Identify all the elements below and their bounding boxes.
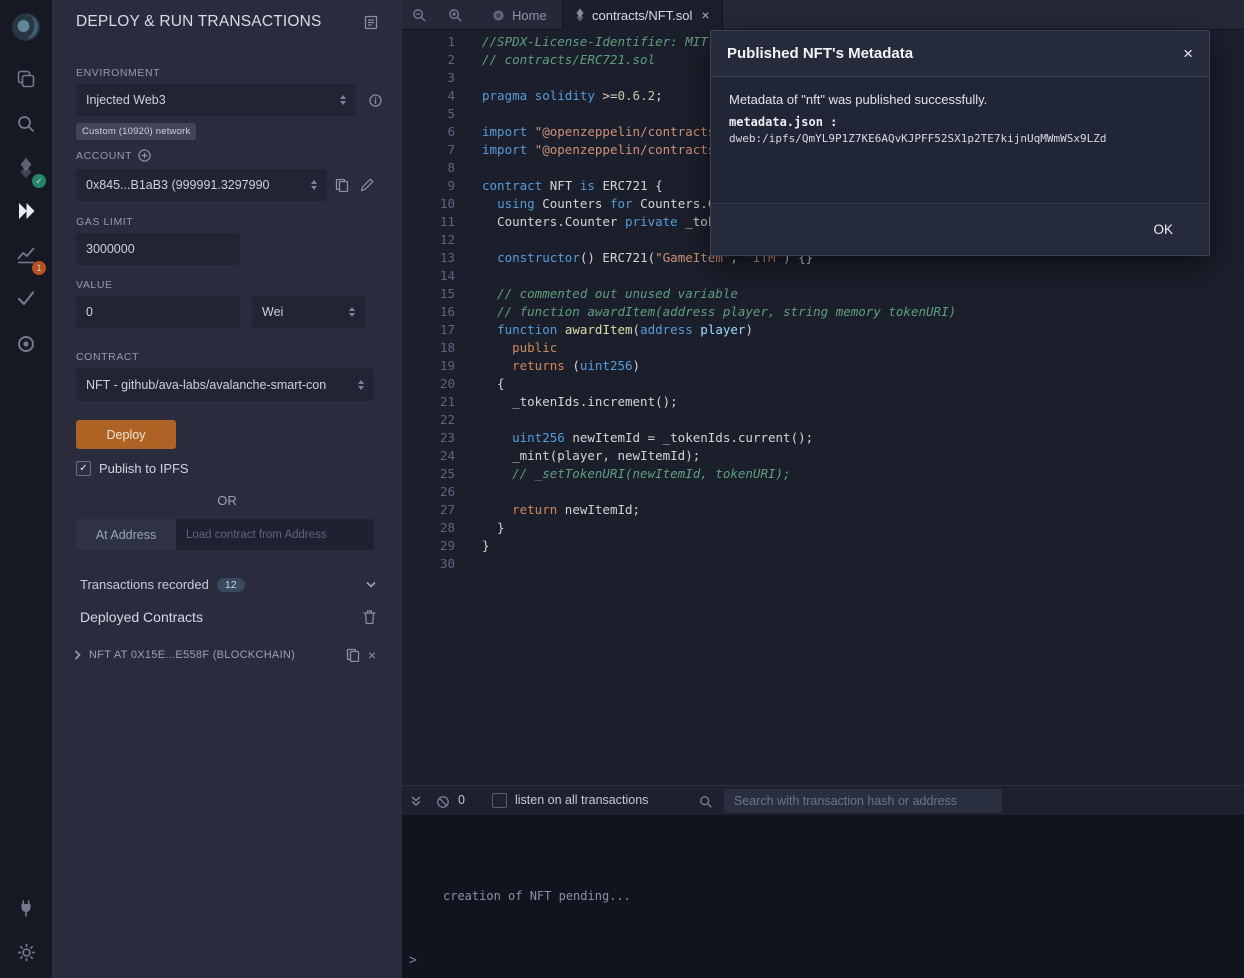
contract-value: NFT - github/ava-labs/avalanche-smart-co… [86,378,352,392]
transactions-recorded-row[interactable]: Transactions recorded 12 [80,577,376,592]
settings-gear-icon[interactable] [8,934,44,970]
publish-ipfs-label: Publish to IPFS [99,461,189,476]
check-icon: ✓ [79,463,87,474]
copy-account-icon[interactable] [335,178,349,192]
at-address-input[interactable] [176,519,374,550]
copy-contract-icon[interactable] [346,648,360,662]
published-metadata-modal: Published NFT's Metadata × Metadata of "… [710,30,1210,256]
line-numbers: 1234567891011121314151617181920212223242… [402,33,455,573]
modal-body: Metadata of "nft" was published successf… [711,78,1209,204]
value-unit: Wei [262,305,343,319]
modal-message: Metadata of "nft" was published successf… [729,92,1191,107]
modal-title: Published NFT's Metadata [727,45,913,62]
deploy-run-panel: DEPLOY & RUN TRANSACTIONS ENVIRONMENT In… [52,0,402,978]
solidity-file-icon [575,8,585,22]
terminal-toolbar: 0 listen on all transactions [402,785,1244,815]
pending-count: 0 [458,793,465,807]
select-caret-icon [311,180,317,190]
chevron-down-icon[interactable] [366,581,376,588]
modal-header: Published NFT's Metadata × [711,31,1209,77]
gas-limit-label: GAS LIMIT [76,216,133,228]
publish-ipfs-checkbox[interactable]: ✓ [76,461,91,476]
solidity-compiler-icon[interactable]: ✓ [8,150,44,186]
deployed-contract-item[interactable]: NFT AT 0X15E...E558F (BLOCKCHAIN) × [74,648,376,662]
close-tab-icon[interactable]: × [701,8,709,22]
edit-account-icon[interactable] [360,178,374,192]
clear-console-icon[interactable] [436,795,450,809]
add-account-icon[interactable] [138,149,151,162]
select-caret-icon [358,380,364,390]
home-tab-icon [492,9,505,22]
terminal-search-input[interactable] [724,789,1002,813]
modal-footer: OK [711,203,1209,255]
terminal: creation of NFT pending... > [402,815,1244,978]
compiled-badge: ✓ [32,174,46,188]
chevron-right-icon[interactable] [74,650,81,660]
tab-bar: Home contracts/NFT.sol × [402,0,1244,30]
panel-title: DEPLOY & RUN TRANSACTIONS [76,13,322,31]
account-label: ACCOUNT [76,150,132,162]
trash-icon[interactable] [363,610,376,624]
remix-ide: ✓ 1 DEPLOY & RUN TRANSACTIONS ENVIRONMEN… [0,0,1244,978]
tab-home[interactable]: Home [480,0,559,30]
doc-link-icon[interactable] [364,15,378,30]
value-input[interactable] [76,296,240,328]
ok-button[interactable]: OK [1141,214,1185,245]
zoom-in-icon[interactable] [448,8,463,23]
info-icon[interactable] [369,94,382,107]
value-label: VALUE [76,279,113,291]
environment-label: ENVIRONMENT [76,67,160,79]
listen-label: listen on all transactions [515,793,648,807]
verify-check-icon[interactable] [8,280,44,316]
home-tab-label: Home [512,8,547,23]
value-unit-select[interactable]: Wei [252,296,365,328]
contract-select[interactable]: NFT - github/ava-labs/avalanche-smart-co… [76,368,374,401]
account-value: 0x845...B1aB3 (999991.3297990 [86,178,305,192]
icon-sidebar: ✓ 1 [0,0,52,978]
plugin-circle-icon[interactable] [8,326,44,362]
remix-logo[interactable] [8,9,44,45]
toggle-terminal-icon[interactable] [410,795,422,807]
file-explorer-icon[interactable] [8,61,44,97]
ipfs-url: dweb:/ipfs/QmYL9P1Z7KE6AQvKJPFF52SX1p2TE… [729,132,1191,145]
terminal-search-icon [699,795,713,809]
contract-label: CONTRACT [76,351,139,363]
tab-nft-sol[interactable]: contracts/NFT.sol × [562,0,723,30]
plugin-manager-icon[interactable] [8,890,44,926]
close-modal-icon[interactable]: × [1183,45,1193,62]
listen-checkbox[interactable] [492,793,507,808]
select-caret-icon [340,95,346,105]
active-tab-label: contracts/NFT.sol [592,8,692,23]
environment-value: Injected Web3 [86,93,334,107]
metadata-filename: metadata.json : [729,115,1191,129]
environment-select[interactable]: Injected Web3 [76,84,356,116]
network-badge: Custom (10920) network [76,123,196,140]
deployed-contract-label: NFT AT 0X15E...E558F (BLOCKCHAIN) [89,649,295,661]
transactions-count-badge: 12 [217,578,245,592]
terminal-prompt[interactable]: > [409,953,417,968]
remove-contract-icon[interactable]: × [368,648,376,662]
select-caret-icon [349,307,355,317]
terminal-output: creation of NFT pending... [443,889,631,903]
analytics-icon[interactable]: 1 [8,237,44,273]
deployed-contracts-label: Deployed Contracts [80,609,203,625]
account-select[interactable]: 0x845...B1aB3 (999991.3297990 [76,169,327,201]
notification-badge: 1 [32,261,46,275]
search-icon[interactable] [8,106,44,142]
transactions-recorded-label: Transactions recorded [80,577,209,592]
gas-limit-input[interactable] [76,233,240,265]
zoom-out-icon[interactable] [412,8,427,23]
or-divider: OR [52,493,402,508]
deploy-button[interactable]: Deploy [76,420,176,449]
at-address-button[interactable]: At Address [76,519,176,550]
deploy-run-icon[interactable] [8,193,44,229]
